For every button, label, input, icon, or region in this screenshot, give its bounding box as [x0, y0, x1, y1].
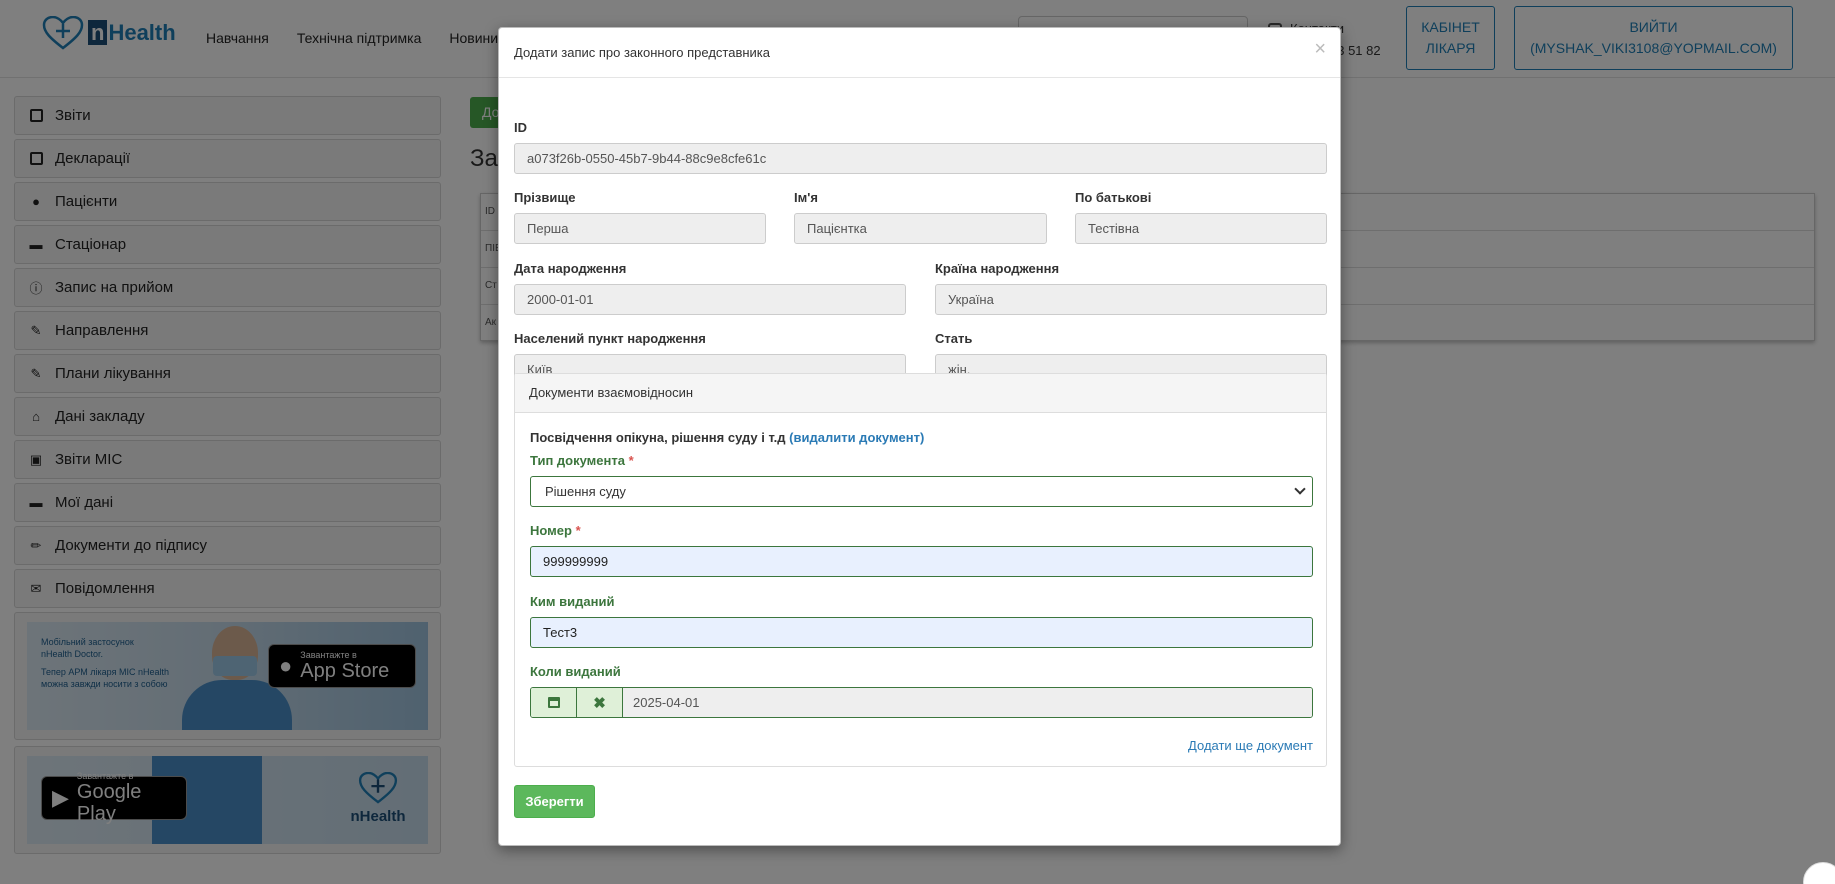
close-icon[interactable]: ×	[1314, 38, 1326, 61]
patronymic-field[interactable]: Тестівна	[1075, 213, 1327, 244]
country-field[interactable]: Україна	[935, 284, 1327, 315]
patronymic-label: По батькові	[1075, 190, 1152, 205]
required-mark: *	[628, 453, 634, 468]
id-field[interactable]: a073f26b-0550-45b7-9b44-88c9e8cfe61c	[514, 143, 1327, 174]
doc-issuer-label: Ким виданий	[530, 594, 615, 609]
doc-type-label: Тип документа *	[530, 453, 634, 468]
relationship-documents-panel: Документи взаємовідносин Посвідчення опі…	[514, 373, 1327, 767]
doc-issued-date-label: Коли виданий	[530, 664, 621, 679]
modal-header: Додати запис про законного представника …	[499, 28, 1340, 78]
close-icon: ✖	[593, 694, 606, 712]
representative-modal: Додати запис про законного представника …	[498, 27, 1341, 846]
doc-issued-date-field-group: Коли виданий ✖ 2025-04-01	[530, 664, 1313, 718]
birthdate-field[interactable]: 2000-01-01	[514, 284, 906, 315]
doc-number-label: Номер *	[530, 523, 581, 538]
calendar-button[interactable]	[531, 688, 577, 717]
surname-field-group: Прізвище Перша	[514, 190, 766, 244]
doc-number-input[interactable]: 999999999	[530, 546, 1313, 577]
patronymic-field-group: По батькові Тестівна	[1075, 190, 1327, 244]
date-input-group: ✖ 2025-04-01	[530, 687, 1313, 718]
doc-issuer-input[interactable]: Тест3	[530, 617, 1313, 648]
surname-field[interactable]: Перша	[514, 213, 766, 244]
calendar-icon	[547, 697, 560, 708]
required-mark: *	[575, 523, 581, 538]
name-field[interactable]: Пацієнтка	[794, 213, 1047, 244]
doc-type-select[interactable]: Рішення суду	[530, 476, 1313, 507]
surname-label: Прізвище	[514, 190, 576, 205]
doc-issuer-field-group: Ким виданий Тест3	[530, 594, 1313, 648]
country-label: Країна народження	[935, 261, 1060, 276]
doc-number-field-group: Номер * 999999999	[530, 523, 1313, 577]
id-field-group: ID a073f26b-0550-45b7-9b44-88c9e8cfe61c	[514, 120, 1327, 174]
panel-heading: Документи взаємовідносин	[515, 374, 1326, 413]
name-label: Ім'я	[794, 190, 818, 205]
save-button[interactable]: Зберегти	[514, 785, 595, 818]
modal-title: Додати запис про законного представника	[514, 45, 770, 60]
remove-document-link[interactable]: (видалити документ)	[789, 430, 924, 445]
chevron-down-icon	[1294, 483, 1306, 495]
document-title: Посвідчення опікуна, рішення суду і т.д …	[530, 430, 925, 445]
doc-type-field-group: Тип документа * Рішення суду	[530, 453, 1313, 507]
name-field-group: Ім'я Пацієнтка	[794, 190, 1047, 244]
birthdate-label: Дата народження	[514, 261, 627, 276]
city-label: Населений пункт народження	[514, 331, 706, 346]
gender-label: Стать	[935, 331, 973, 346]
doc-issued-date-input[interactable]: 2025-04-01	[623, 688, 1312, 717]
birthdate-field-group: Дата народження 2000-01-01	[514, 261, 906, 315]
add-document-link[interactable]: Додати ще документ	[1188, 738, 1313, 753]
id-label: ID	[514, 120, 527, 135]
country-field-group: Країна народження Україна	[935, 261, 1327, 315]
clear-date-button[interactable]: ✖	[577, 688, 623, 717]
